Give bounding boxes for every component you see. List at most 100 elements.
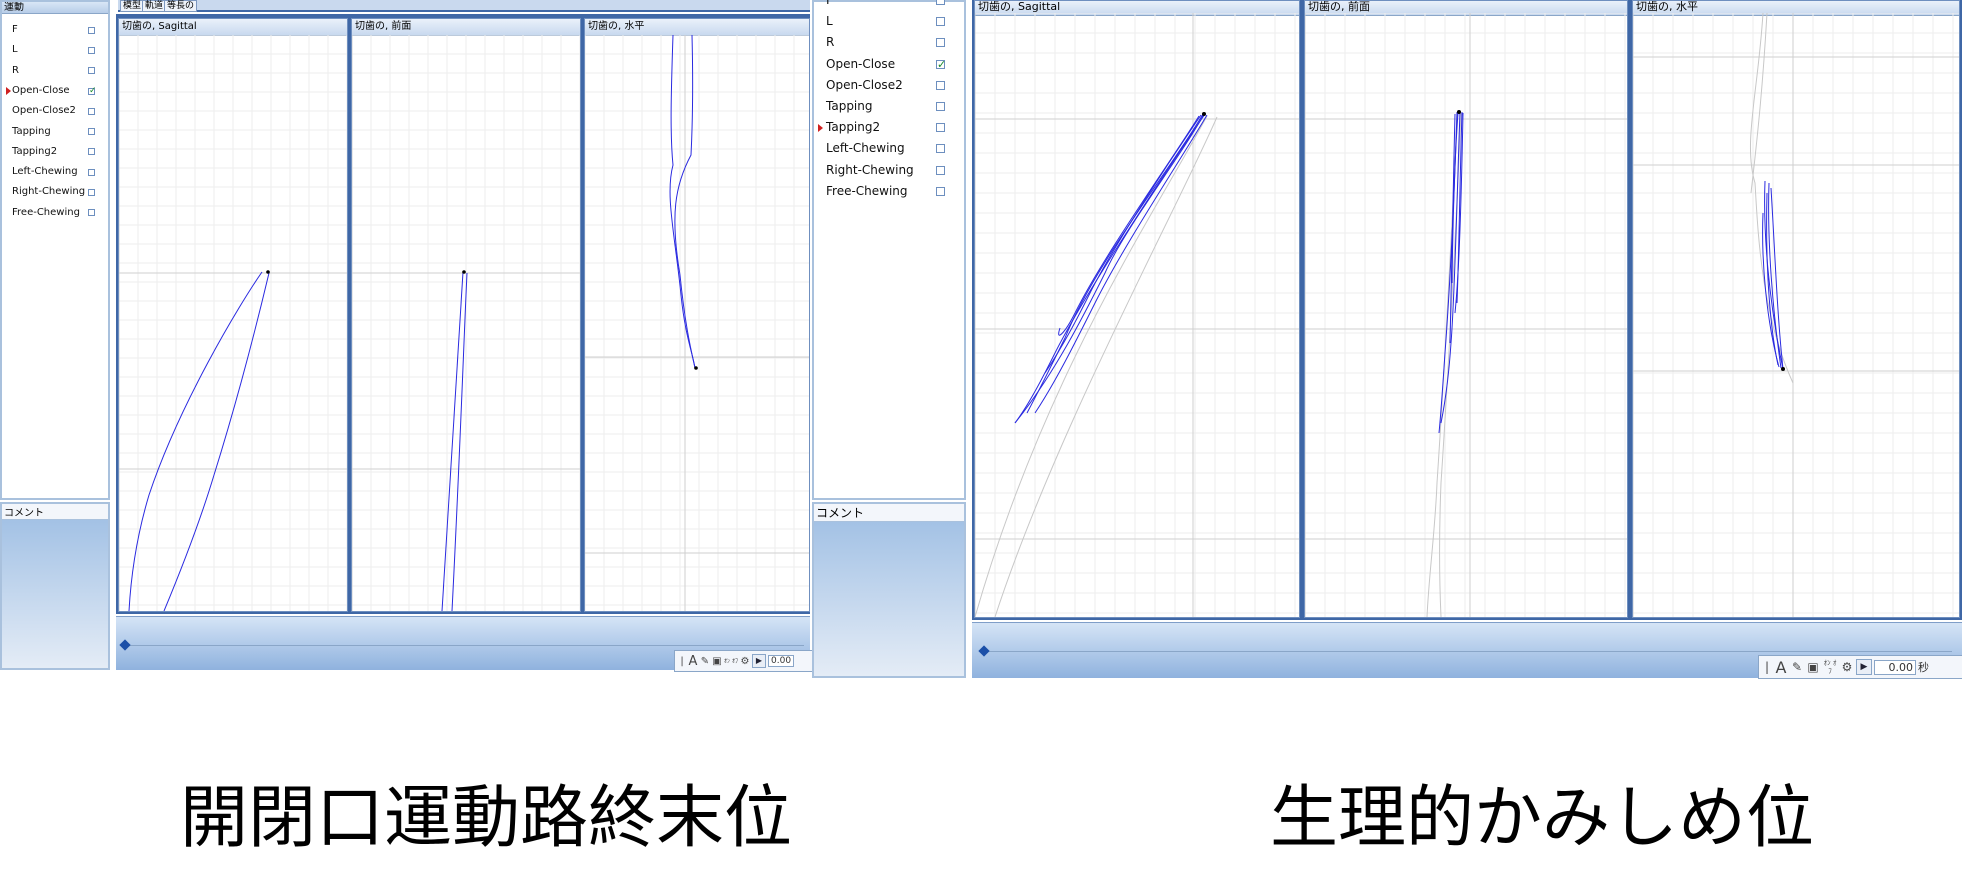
- settings-gear-icon[interactable]: ⚙: [740, 656, 750, 667]
- motion-item[interactable]: F: [2, 20, 108, 40]
- cursor-bar-icon[interactable]: |: [1762, 660, 1772, 674]
- motion-item[interactable]: L: [2, 40, 108, 60]
- motion-checkbox[interactable]: [88, 46, 95, 54]
- record-icon[interactable]: ▣: [1806, 660, 1820, 674]
- left-timeline-knob[interactable]: [119, 639, 131, 651]
- motion-checkbox[interactable]: [936, 165, 945, 175]
- motion-checkbox[interactable]: [88, 86, 97, 96]
- toggle-on-off-icon[interactable]: ｵﾝ ｵﾌ: [724, 658, 738, 665]
- right-comment-header: コメント: [814, 504, 964, 522]
- edit-note-icon[interactable]: ✎: [1790, 660, 1804, 674]
- right-plot-sagittal-canvas: [975, 13, 1299, 617]
- end-point-marker: [1202, 112, 1206, 116]
- motion-item[interactable]: Free-Chewing: [2, 203, 108, 223]
- motion-checkbox[interactable]: [936, 58, 946, 71]
- record-icon[interactable]: ▣: [712, 656, 722, 667]
- right-motion-list-panel: FLR Open-Close Open-Close2 Tapping Tapping2 L…: [812, 0, 966, 500]
- edit-note-icon[interactable]: ✎: [700, 656, 710, 667]
- selected-marker-icon: [6, 87, 11, 96]
- left-comment-panel[interactable]: コメント: [0, 502, 110, 670]
- motion-item[interactable]: Open-Close: [2, 81, 108, 101]
- ghost-trace: [975, 115, 1208, 617]
- motion-item-label: L: [12, 44, 18, 56]
- left-plot-frontal-title: 切歯の, 前面: [352, 19, 580, 36]
- left-plot-area: 切歯の, Sagittal 切歯の, 前面 切歯の, 水平: [116, 14, 810, 614]
- left-tab-trajectory[interactable]: 軌道: [142, 0, 167, 12]
- motion-item[interactable]: R: [2, 61, 108, 81]
- motion-item[interactable]: F: [814, 0, 964, 11]
- motion-item[interactable]: Open-Close: [814, 54, 964, 75]
- right-comment-panel[interactable]: コメント: [812, 502, 966, 678]
- motion-item[interactable]: Tapping: [2, 122, 108, 142]
- right-comment-label: コメント: [816, 506, 865, 520]
- ghost-trace: [1426, 112, 1458, 617]
- motion-checkbox[interactable]: [936, 0, 945, 6]
- left-time-input[interactable]: 0.00: [768, 655, 795, 667]
- left-plot-horizontal-title: 切歯の, 水平: [585, 19, 809, 36]
- motion-checkbox[interactable]: [88, 168, 95, 176]
- motion-checkbox[interactable]: [936, 186, 945, 196]
- right-plot-area: 切歯の, Sagittal 切歯の, 前面 切歯の, 水平: [972, 0, 1962, 620]
- text-a-icon[interactable]: A: [688, 654, 698, 669]
- right-plot-sagittal[interactable]: 切歯の, Sagittal: [974, 0, 1300, 618]
- right-screenshot: FLR Open-Close Open-Close2 Tapping Tapping2 L…: [812, 0, 1962, 680]
- motion-trace: [1034, 114, 1208, 414]
- left-plot-horizontal[interactable]: 切歯の, 水平: [584, 18, 810, 612]
- motion-item[interactable]: Right-Chewing: [2, 182, 108, 202]
- play-button[interactable]: ▶: [1856, 659, 1872, 675]
- motion-checkbox[interactable]: [88, 209, 95, 217]
- motion-trace: [1014, 113, 1206, 424]
- motion-item[interactable]: Tapping2: [2, 142, 108, 162]
- motion-checkbox[interactable]: [88, 67, 95, 75]
- toggle-on-off-icon[interactable]: ｵﾝ ｵﾌ: [1822, 659, 1838, 675]
- motion-checkbox[interactable]: [936, 144, 945, 154]
- right-time-unit: 秒: [1918, 661, 1929, 674]
- right-time-input[interactable]: 0.00: [1874, 659, 1916, 675]
- left-timeline-track[interactable]: [124, 645, 804, 646]
- motion-item[interactable]: Tapping2: [814, 117, 964, 138]
- left-tab-isometric[interactable]: 等長の: [164, 0, 198, 12]
- text-a-icon[interactable]: A: [1774, 658, 1788, 677]
- motion-item-label: Open-Close: [12, 84, 70, 96]
- right-plot-frontal[interactable]: 切歯の, 前面: [1304, 0, 1628, 618]
- left-plot-frontal[interactable]: 切歯の, 前面: [351, 18, 581, 612]
- left-comment-label: コメント: [4, 508, 44, 519]
- motion-checkbox[interactable]: [88, 128, 95, 136]
- motion-item[interactable]: Left-Chewing: [814, 138, 964, 159]
- ghost-trace: [994, 116, 1218, 617]
- left-motion-list-panel: 運動 FLR Open-Close Open-Close2 Tapping Tappin…: [0, 0, 110, 500]
- motion-item[interactable]: Left-Chewing: [2, 162, 108, 182]
- motion-item-label: F: [12, 24, 18, 35]
- motion-checkbox[interactable]: [88, 148, 95, 156]
- motion-checkbox[interactable]: [936, 38, 945, 48]
- motion-item-label: R: [826, 35, 835, 50]
- motion-checkbox[interactable]: [88, 107, 95, 115]
- motion-item[interactable]: R: [814, 32, 964, 53]
- motion-checkbox[interactable]: [936, 102, 945, 112]
- play-button[interactable]: ▶: [752, 654, 766, 668]
- motion-item[interactable]: Open-Close2: [814, 75, 964, 96]
- motion-checkbox[interactable]: [936, 123, 945, 133]
- motion-item[interactable]: Open-Close2: [2, 101, 108, 121]
- right-timeline-knob[interactable]: [978, 645, 990, 657]
- motion-checkbox[interactable]: [936, 80, 945, 90]
- left-playback-toolbar: | A ✎ ▣ ｵﾝ ｵﾌ ⚙ ▶ 0.00: [674, 650, 818, 672]
- left-plot-sagittal[interactable]: 切歯の, Sagittal: [118, 18, 348, 612]
- motion-item-label: Tapping: [826, 99, 873, 113]
- motion-item-label: Free-Chewing: [12, 206, 80, 218]
- left-tab-model[interactable]: 模型: [120, 0, 145, 12]
- motion-item[interactable]: Free-Chewing: [814, 181, 964, 202]
- left-view-tabs: 模型 軌道 等長の: [118, 0, 810, 12]
- motion-item[interactable]: L: [814, 11, 964, 32]
- right-plot-horizontal[interactable]: 切歯の, 水平: [1632, 0, 1960, 618]
- right-timeline-track[interactable]: [982, 651, 1952, 652]
- motion-checkbox[interactable]: [88, 189, 95, 197]
- motion-item-label: Left-Chewing: [826, 141, 905, 156]
- motion-item[interactable]: Right-Chewing: [814, 160, 964, 181]
- motion-trace: [163, 272, 270, 611]
- motion-checkbox[interactable]: [936, 17, 945, 27]
- cursor-bar-icon[interactable]: |: [678, 656, 686, 667]
- settings-gear-icon[interactable]: ⚙: [1840, 660, 1854, 674]
- motion-checkbox[interactable]: [88, 26, 95, 34]
- motion-item[interactable]: Tapping: [814, 96, 964, 117]
